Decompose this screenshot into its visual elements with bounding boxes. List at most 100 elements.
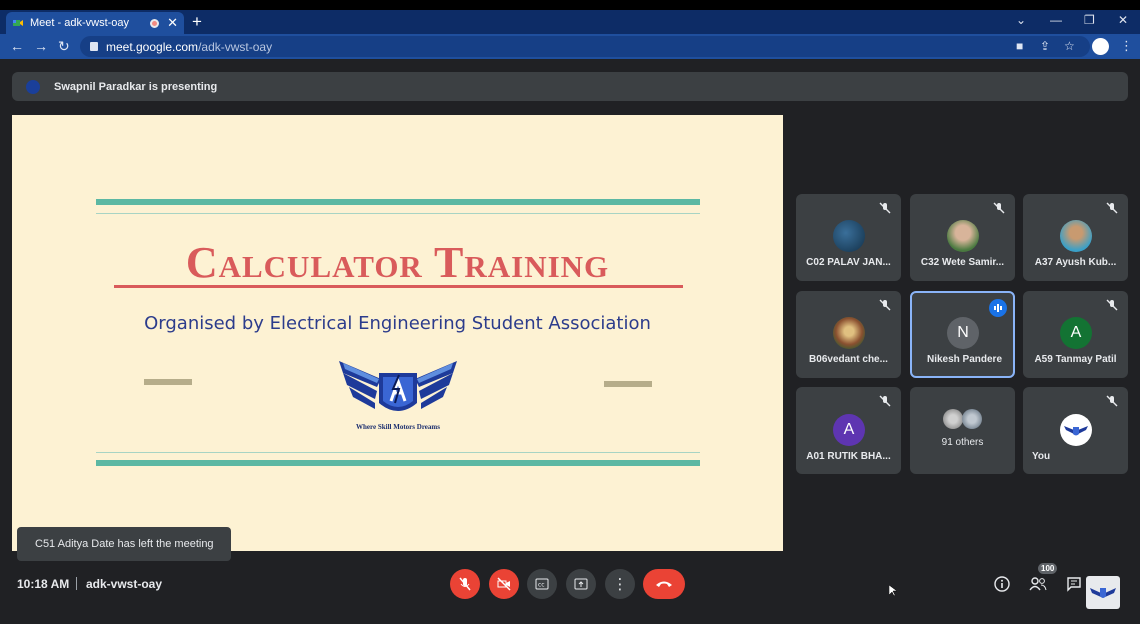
participant-tile-active-speaker[interactable]: N Nikesh Pandere [910, 291, 1015, 378]
people-button[interactable] [1028, 574, 1048, 594]
leave-call-button[interactable] [643, 569, 685, 599]
tab-title: Meet - adk-vwst-oay [30, 17, 130, 29]
mic-toggle-button[interactable] [450, 569, 480, 599]
recording-indicator-icon [150, 18, 160, 28]
window-top-strip [0, 0, 1140, 10]
participant-name: Nikesh Pandere [926, 354, 1003, 365]
svg-text:cc: cc [538, 582, 545, 589]
slide-subtitle: Organised by Electrical Engineering Stud… [144, 313, 651, 334]
slide-top-rule [96, 199, 700, 205]
self-view-thumbnail[interactable] [1086, 576, 1120, 609]
mic-off-icon [993, 202, 1005, 214]
participant-name: You [1032, 451, 1051, 462]
browser-toolbar: ← → ↻ meet.google.com/adk-vwst-oay ■ ⇪ ☆ [0, 34, 1140, 59]
back-icon[interactable]: ← [10, 38, 24, 54]
participant-name: A01 RUTIK BHA... [806, 451, 891, 462]
meeting-time: 10:18 AM [17, 577, 70, 591]
info-icon [994, 576, 1010, 592]
more-vert-icon: ⋮ [612, 576, 628, 593]
tab-search-icon[interactable]: ⌄ [1016, 13, 1026, 27]
eesa-logo-icon [1090, 588, 1116, 598]
slide-bottom-thin-rule [96, 452, 700, 453]
meet-favicon-icon [13, 20, 23, 26]
chat-button[interactable] [1064, 574, 1084, 594]
camera-permission-icon[interactable]: ■ [1016, 39, 1023, 53]
participant-tile[interactable]: A37 Ayush Kub... [1023, 194, 1128, 281]
participant-avatar: A [1060, 317, 1092, 349]
slide-top-thin-rule [96, 213, 700, 214]
camera-toggle-button[interactable] [489, 569, 519, 599]
chat-icon [1067, 577, 1081, 592]
browser-menu-icon[interactable]: ⋮ [1120, 38, 1133, 54]
participant-tile[interactable]: B06vedant che... [796, 291, 901, 378]
browser-tab-meet[interactable]: Meet - adk-vwst-oay ✕ [6, 12, 184, 34]
speaking-indicator-icon [989, 299, 1007, 317]
maximize-icon[interactable]: ❐ [1084, 13, 1095, 27]
presentation-slide: Calculator Training Organised by Electri… [12, 115, 783, 551]
participant-name: C32 Wete Samir... [920, 257, 1005, 268]
mic-off-icon [459, 577, 471, 591]
toast-text: C51 Aditya Date has left the meeting [35, 538, 214, 550]
participant-avatar: N [947, 317, 979, 349]
others-avatar-1 [943, 409, 963, 429]
participant-tile[interactable]: C32 Wete Samir... [910, 194, 1015, 281]
self-tile[interactable]: You [1023, 387, 1128, 474]
mic-off-icon [1106, 299, 1118, 311]
present-now-button[interactable] [566, 569, 596, 599]
presenter-avatar [26, 79, 40, 94]
participant-tile[interactable]: A A01 RUTIK BHA... [796, 387, 901, 474]
participant-tile[interactable]: C02 PALAV JAN... [796, 194, 901, 281]
mic-off-icon [879, 202, 891, 214]
others-count: 91 others [941, 437, 984, 448]
slide-left-dash [144, 379, 192, 385]
mouse-cursor-icon [889, 585, 897, 597]
camera-off-icon [497, 577, 511, 591]
others-tile[interactable]: 91 others [910, 387, 1015, 474]
presenting-banner: Swapnil Paradkar is presenting [12, 72, 1128, 101]
self-avatar-logo [1060, 414, 1092, 446]
presenting-text: Swapnil Paradkar is presenting [54, 80, 218, 93]
more-options-button[interactable]: ⋮ [605, 569, 635, 599]
browser-tab-bar: Meet - adk-vwst-oay ✕ + ⌄ — ❐ ✕ [0, 10, 1140, 34]
people-icon [1029, 577, 1047, 591]
url-host: meet.google.com [106, 39, 199, 54]
people-count-badge: 100 [1038, 563, 1058, 574]
slide-bottom-rule [96, 460, 700, 466]
reload-icon[interactable]: ↻ [58, 38, 70, 55]
slide-title: Calculator Training [185, 238, 610, 287]
participant-avatar [947, 220, 979, 252]
new-tab-icon[interactable]: + [192, 12, 202, 32]
profile-avatar[interactable] [1092, 38, 1109, 55]
address-bar[interactable]: meet.google.com/adk-vwst-oay [80, 36, 1090, 57]
participant-avatar [1060, 220, 1092, 252]
present-icon [574, 578, 588, 590]
participant-tile[interactable]: A A59 Tanmay Patil [1023, 291, 1128, 378]
mic-off-icon [879, 299, 891, 311]
meeting-code: adk-vwst-oay [86, 577, 163, 591]
participant-avatar [833, 220, 865, 252]
mic-off-icon [879, 395, 891, 407]
meeting-details-button[interactable] [992, 574, 1012, 594]
divider [76, 577, 77, 590]
eesa-wings-logo [339, 361, 457, 411]
participant-name: C02 PALAV JAN... [806, 257, 891, 268]
left-meeting-toast: C51 Aditya Date has left the meeting [17, 527, 231, 561]
hang-up-icon [656, 581, 672, 587]
minimize-icon[interactable]: — [1050, 13, 1062, 27]
bookmark-star-icon[interactable]: ☆ [1064, 39, 1075, 53]
captions-button[interactable]: cc [527, 569, 557, 599]
forward-icon[interactable]: → [34, 38, 48, 54]
url-path: /adk-vwst-oay [198, 39, 273, 54]
participant-name: B06vedant che... [809, 354, 888, 365]
slide-title-underline [114, 285, 683, 288]
share-icon[interactable]: ⇪ [1040, 39, 1050, 53]
slide-right-dash [604, 381, 652, 387]
close-window-icon[interactable]: ✕ [1118, 13, 1128, 27]
participant-name: A59 Tanmay Patil [1034, 354, 1117, 365]
participant-name: A37 Ayush Kub... [1034, 257, 1117, 268]
close-tab-icon[interactable]: ✕ [167, 15, 178, 31]
mic-off-icon [1106, 395, 1118, 407]
lock-icon [90, 42, 98, 51]
others-avatar-2 [962, 409, 982, 429]
participant-avatar [833, 317, 865, 349]
